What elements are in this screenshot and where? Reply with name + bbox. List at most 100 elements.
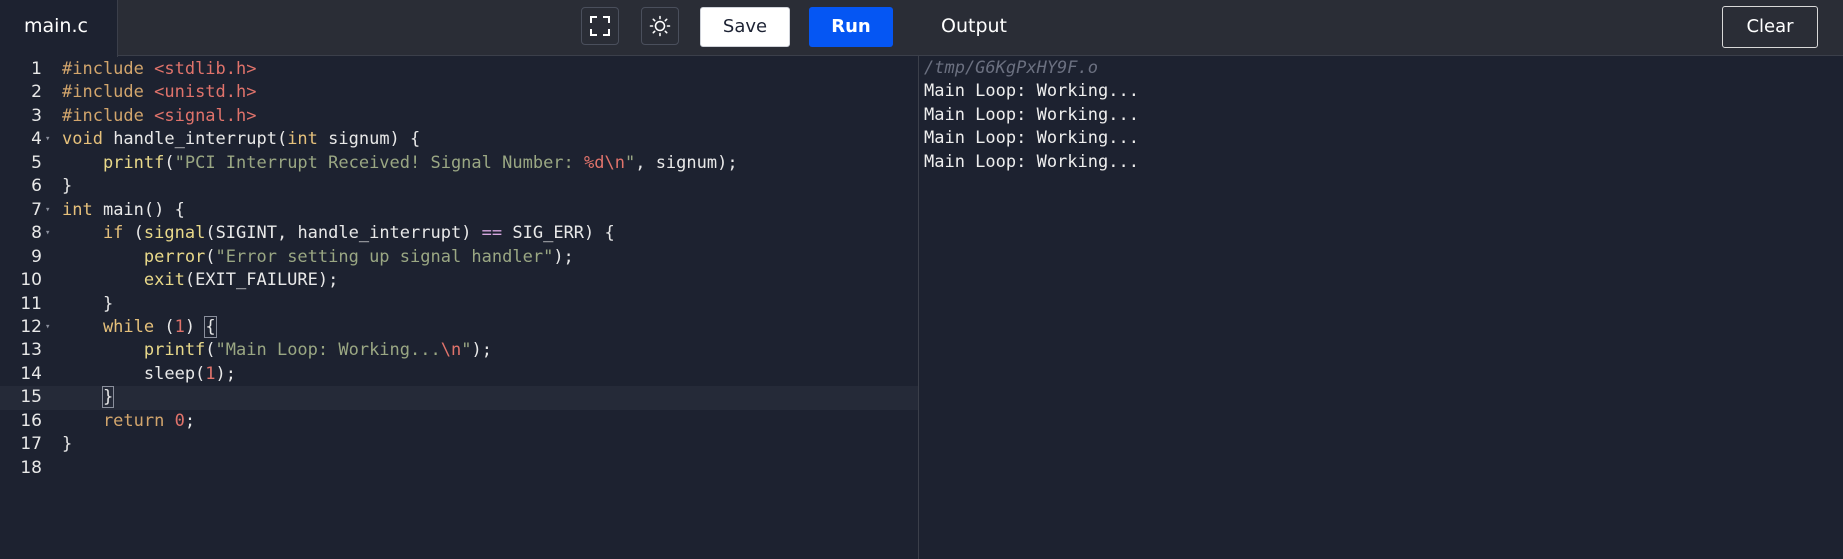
code-token: handle_interrupt(: [113, 129, 288, 150]
code-line[interactable]: 1 #include <stdlib.h>: [0, 58, 918, 81]
fold-arrow-icon[interactable]: ▾: [45, 316, 50, 339]
code-line[interactable]: 14 sleep(1);: [0, 363, 918, 386]
code-token: }: [62, 293, 114, 314]
code-line[interactable]: 17}: [0, 433, 918, 456]
code-text: return 0;: [62, 410, 195, 433]
code-text: while (1) {: [62, 315, 217, 339]
fullscreen-button[interactable]: [581, 7, 619, 45]
code-token: <unistd.h>: [154, 82, 257, 103]
code-token: }: [101, 386, 115, 409]
code-token: (: [205, 246, 216, 267]
output-line: Main Loop: Working...: [924, 81, 1139, 102]
code-line[interactable]: 9 perror("Error setting up signal handle…: [0, 246, 918, 269]
line-number: 4: [31, 129, 42, 150]
output-panel-title: Output: [941, 15, 1007, 37]
code-token: <signal.h>: [154, 105, 257, 126]
code-line[interactable]: 15 }: [0, 386, 918, 410]
code-text: #include <stdlib.h>: [62, 58, 256, 81]
code-line[interactable]: 8 ▾ if (signal(SIGINT, handle_interrupt) …: [0, 222, 918, 245]
code-text: #include <unistd.h>: [62, 81, 256, 104]
code-token: \n: [440, 340, 462, 361]
code-token: );: [215, 363, 237, 384]
file-tab[interactable]: main.c: [0, 0, 118, 57]
code-token: "PCI Interrupt Received! Signal Number:: [174, 152, 585, 173]
code-token: ): [184, 316, 206, 337]
code-token: ==: [481, 223, 503, 244]
line-number: 5: [31, 152, 42, 173]
code-line[interactable]: 3 #include <signal.h>: [0, 105, 918, 128]
fold-arrow-icon[interactable]: ▾: [45, 199, 50, 222]
code-text: }: [62, 433, 72, 456]
code-token: exit: [62, 270, 185, 291]
code-token: ": [461, 340, 472, 361]
code-token: (EXIT_FAILURE);: [184, 270, 339, 291]
code-line[interactable]: 16 return 0;: [0, 410, 918, 433]
code-token: int: [62, 199, 93, 220]
code-token: void: [62, 129, 114, 150]
code-line[interactable]: 13 printf("Main Loop: Working...\n");: [0, 339, 918, 362]
code-line[interactable]: 11 }: [0, 293, 918, 316]
code-token: 1: [205, 363, 216, 384]
code-token: (: [154, 316, 175, 337]
code-text: exit(EXIT_FAILURE);: [62, 269, 338, 292]
online-compiler-app: main.c Save Run Output Clear 1 #include …: [0, 0, 1843, 559]
code-token: #include: [62, 105, 155, 126]
code-token: (: [164, 152, 175, 173]
line-number: 3: [31, 105, 42, 126]
line-number: 8: [31, 223, 42, 244]
fold-arrow-icon[interactable]: ▾: [45, 128, 50, 151]
code-token: (: [205, 340, 216, 361]
code-text: printf("Main Loop: Working...\n");: [62, 339, 492, 362]
code-line[interactable]: 12 ▾ while (1) {: [0, 315, 918, 339]
code-token: if: [62, 223, 124, 244]
code-line[interactable]: 7 ▾ int main() {: [0, 199, 918, 222]
fold-arrow-icon[interactable]: ▾: [45, 222, 50, 245]
sun-icon: [649, 15, 671, 37]
code-token: {: [204, 315, 217, 338]
code-line[interactable]: 5 printf("PCI Interrupt Received! Signal…: [0, 152, 918, 175]
code-text: }: [62, 293, 113, 316]
output-panel: /tmp/G6KgPxHY9F.o Main Loop: Working... M…: [919, 56, 1843, 559]
code-token: <stdlib.h>: [154, 59, 257, 79]
line-number: 11: [20, 293, 42, 314]
code-token: );: [471, 340, 492, 361]
code-line[interactable]: 4 ▾ void handle_interrupt(int signum) {: [0, 128, 918, 151]
clear-button[interactable]: Clear: [1722, 6, 1818, 48]
line-number: 14: [20, 363, 42, 384]
code-text: }: [62, 386, 115, 409]
code-token: perror: [62, 246, 206, 267]
code-line[interactable]: 2 #include <unistd.h>: [0, 81, 918, 104]
expand-icon: [589, 15, 611, 37]
line-number: 7: [31, 199, 42, 220]
code-editor[interactable]: 1 #include <stdlib.h> 2 #include <unistd.h>…: [0, 56, 918, 559]
code-token: );: [553, 246, 574, 267]
code-line[interactable]: 18: [0, 457, 918, 480]
toolbar: main.c Save Run Output Clear: [0, 0, 1843, 57]
code-text: #include <signal.h>: [62, 105, 256, 128]
code-token: %d\n: [584, 152, 625, 173]
code-token: "Main Loop: Working...: [215, 340, 441, 361]
code-text: sleep(1);: [62, 363, 236, 386]
code-token: sleep(: [62, 363, 206, 384]
code-token: (: [123, 223, 144, 244]
output-line: Main Loop: Working...: [924, 128, 1139, 149]
code-token: #include: [62, 82, 155, 103]
code-token: }: [62, 176, 73, 197]
run-button[interactable]: Run: [809, 7, 893, 47]
code-token: main() {: [92, 199, 185, 220]
code-text: printf("PCI Interrupt Received! Signal N…: [62, 152, 738, 175]
theme-toggle-button[interactable]: [641, 7, 679, 45]
code-token: while: [62, 316, 155, 337]
code-token: return: [62, 410, 175, 431]
save-button[interactable]: Save: [700, 7, 790, 47]
code-token: 1: [174, 316, 185, 337]
code-line[interactable]: 6}: [0, 175, 918, 198]
code-text: }: [62, 175, 72, 198]
code-token: ;: [184, 410, 196, 431]
code-token: SIG_ERR) {: [502, 223, 615, 244]
code-token: printf: [62, 152, 165, 173]
code-line[interactable]: 10 exit(EXIT_FAILURE);: [0, 269, 918, 292]
code-token: printf: [62, 340, 206, 361]
line-number: 15: [20, 387, 42, 408]
code-token: "Error setting up signal handler": [215, 246, 554, 267]
